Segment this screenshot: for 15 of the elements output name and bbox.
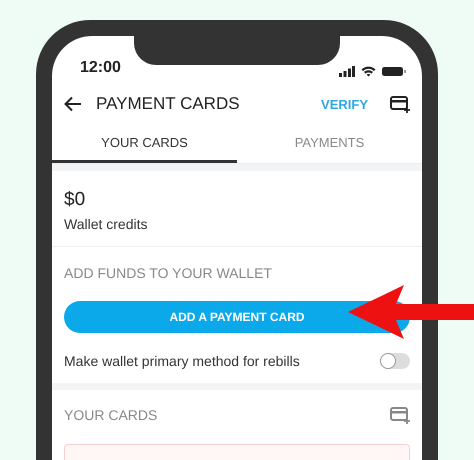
section-heading: YOUR CARDS	[64, 407, 158, 423]
status-time: 12:00	[80, 59, 121, 78]
battery-icon	[382, 66, 406, 78]
tab[interactable]: PAYMENTS	[237, 124, 422, 164]
wifi-icon	[361, 66, 376, 78]
add-card-icon[interactable]	[390, 95, 410, 114]
toggle-switch[interactable]	[380, 353, 410, 370]
back-arrow-icon[interactable]	[64, 96, 82, 112]
section-heading: ADD FUNDS TO YOUR WALLET	[64, 265, 273, 282]
verify-link[interactable]: VERIFY	[321, 96, 368, 112]
page-title: PAYMENT CARDS	[96, 94, 241, 114]
signal-icon	[339, 66, 355, 78]
wallet-caption: Wallet credits	[64, 216, 149, 232]
toggle-label: Make wallet primary method for rebills	[64, 353, 300, 370]
wallet-amount: $0	[64, 189, 86, 212]
